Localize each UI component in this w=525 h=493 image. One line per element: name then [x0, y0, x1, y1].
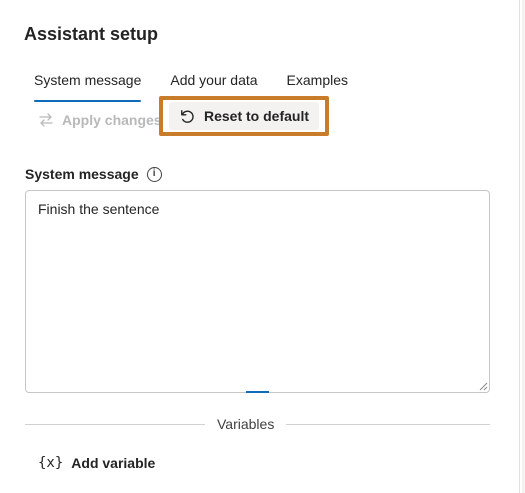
undo-icon: [181, 109, 194, 123]
apply-changes-button[interactable]: Apply changes: [24, 104, 172, 136]
variable-icon: {x}: [38, 455, 64, 471]
tab-system-message[interactable]: System message: [24, 68, 151, 102]
reset-to-default-label: Reset to default: [203, 108, 309, 124]
assistant-setup-panel: Assistant setup System message Add your …: [0, 0, 520, 493]
textarea-focus-indicator: [246, 391, 269, 393]
toolbar: Apply changes Reset to default: [24, 96, 329, 140]
system-message-textarea[interactable]: [25, 190, 490, 393]
add-variable-button[interactable]: {x} Add variable: [38, 452, 155, 474]
panel-title: Assistant setup: [24, 24, 159, 44]
system-message-label: System message: [25, 166, 139, 182]
divider-line-right: [286, 423, 490, 425]
divider-line-left: [25, 423, 205, 425]
apply-changes-label: Apply changes: [62, 112, 162, 128]
reset-highlight-box: Reset to default: [159, 96, 329, 136]
info-icon[interactable]: i: [146, 166, 162, 182]
swap-arrows-icon: [39, 113, 53, 127]
add-variable-label: Add variable: [71, 455, 156, 471]
system-message-label-row: System message i: [25, 166, 162, 182]
variables-section-label: Variables: [217, 416, 275, 432]
reset-to-default-button[interactable]: Reset to default: [168, 102, 319, 130]
resize-handle-icon[interactable]: [479, 382, 488, 391]
variables-divider: Variables: [25, 414, 490, 434]
